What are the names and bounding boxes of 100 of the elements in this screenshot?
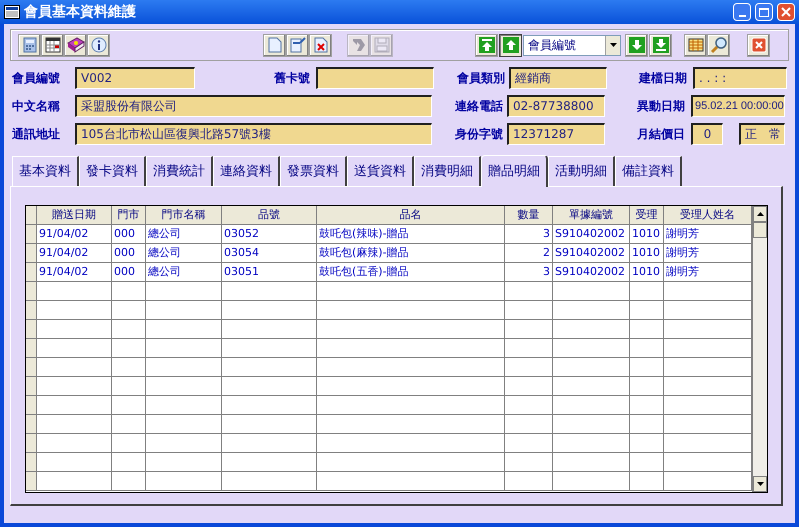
table-cell <box>112 396 146 415</box>
input-field[interactable] <box>316 67 434 89</box>
tab[interactable]: 贈品明細 <box>481 155 548 187</box>
row-header <box>26 358 37 377</box>
caret-icon <box>610 43 616 47</box>
table-cell <box>505 472 553 491</box>
input-field[interactable]: 12371287 <box>507 123 605 145</box>
table-cell <box>505 358 553 377</box>
scrollbar[interactable] <box>752 206 767 492</box>
save-icon <box>374 37 390 53</box>
minimize-button[interactable] <box>733 3 751 21</box>
close-icon <box>750 37 766 53</box>
tab[interactable]: 消費明細 <box>414 156 481 186</box>
table-cell: 91/04/02 <box>37 263 112 282</box>
input-field[interactable]: 采盟股份有限公司 <box>75 95 432 117</box>
column-header: 受理人姓名 <box>664 206 752 225</box>
table-cell <box>630 358 664 377</box>
tab[interactable]: 發卡資料 <box>79 156 146 186</box>
tab[interactable]: 發票資料 <box>280 156 347 186</box>
field-label: 異動日期 <box>636 98 686 115</box>
table-cell <box>112 377 146 396</box>
row-header <box>26 415 37 434</box>
tab[interactable]: 活動明細 <box>548 156 615 186</box>
table-cell <box>112 434 146 453</box>
close-icon <box>781 7 791 17</box>
input-field[interactable]: 經銷商 <box>509 67 607 89</box>
sort-dropdown[interactable]: 會員編號 <box>523 34 621 56</box>
toolbar-button[interactable] <box>499 34 522 56</box>
edit-document-icon <box>290 37 306 53</box>
input-field[interactable]: 02-87738800 <box>507 95 605 117</box>
table-cell <box>112 320 146 339</box>
input-field[interactable]: 105台北市松山區復興北路57號3樓 <box>75 123 432 145</box>
window-icon <box>4 5 20 19</box>
table-cell <box>505 301 553 320</box>
table-cell <box>630 339 664 358</box>
table-cell <box>112 472 146 491</box>
table-cell: 1010 <box>630 225 664 244</box>
column-header: 品名 <box>317 206 505 225</box>
row-header <box>26 320 37 339</box>
tab[interactable]: 送貨資料 <box>347 156 414 186</box>
table-cell <box>505 339 553 358</box>
scroll-up-button[interactable] <box>753 206 767 222</box>
maximize-button[interactable] <box>755 3 773 21</box>
table-cell <box>630 415 664 434</box>
row-header <box>26 263 37 282</box>
table-cell: S910402002 <box>553 225 630 244</box>
toolbar-button[interactable] <box>684 34 707 56</box>
table-cell: 000 <box>112 244 146 263</box>
table-cell: S910402002 <box>553 263 630 282</box>
row-header <box>26 339 37 358</box>
table-cell <box>505 320 553 339</box>
table-cell <box>630 377 664 396</box>
arrow-up-icon <box>502 37 518 53</box>
input-field[interactable]: . . : : <box>693 67 787 89</box>
field-label: 會員編號 <box>11 70 61 87</box>
input-field[interactable]: 95.02.21 00:00:00 <box>691 95 785 117</box>
field-label: 月結價日 <box>636 126 686 143</box>
tab[interactable]: 連絡資料 <box>213 156 280 186</box>
table-cell: 000 <box>112 225 146 244</box>
scroll-thumb[interactable] <box>753 222 767 238</box>
table-cell <box>630 396 664 415</box>
field-label: 身份字號 <box>454 126 504 143</box>
tab[interactable]: 基本資料 <box>12 156 79 186</box>
table-cell: 000 <box>112 263 146 282</box>
field-label: 連絡電話 <box>454 98 504 115</box>
input-field[interactable]: 正 常 <box>739 123 785 145</box>
table-cell <box>112 415 146 434</box>
table-cell <box>112 453 146 472</box>
toolbar-button[interactable] <box>707 34 730 56</box>
tab[interactable]: 消費統計 <box>146 156 213 186</box>
row-header <box>26 244 37 263</box>
table-cell: 2 <box>505 244 553 263</box>
row-header <box>26 206 37 225</box>
column-header: 品號 <box>222 206 317 225</box>
tab[interactable]: 備註資料 <box>615 156 682 186</box>
row-header <box>26 453 37 472</box>
table-cell <box>630 472 664 491</box>
column-header: 數量 <box>505 206 553 225</box>
toolbar-button[interactable] <box>286 34 309 56</box>
input-field[interactable]: 0 <box>691 123 723 145</box>
table-cell: 3 <box>505 225 553 244</box>
toolbar-button[interactable] <box>64 34 87 56</box>
table-cell: 3 <box>505 263 553 282</box>
table-cell <box>112 339 146 358</box>
column-header: 門市 <box>112 206 146 225</box>
toolbar-button[interactable] <box>41 34 64 56</box>
close-button[interactable] <box>777 3 795 21</box>
toolbar-button[interactable] <box>87 34 110 56</box>
row-header <box>26 434 37 453</box>
table-cell: 鼓吒包(五香)-贈品 <box>317 263 505 282</box>
document-icon <box>268 37 282 53</box>
table-cell: 鼓吒包(麻辣)-贈品 <box>317 244 505 263</box>
scroll-down-button[interactable] <box>753 476 767 492</box>
table-cell <box>112 301 146 320</box>
search-icon <box>710 36 728 54</box>
row-header <box>26 225 37 244</box>
table-cell: 03051 <box>222 263 317 282</box>
input-field[interactable]: V002 <box>75 67 195 89</box>
table-cell <box>112 358 146 377</box>
table-icon <box>688 37 704 53</box>
